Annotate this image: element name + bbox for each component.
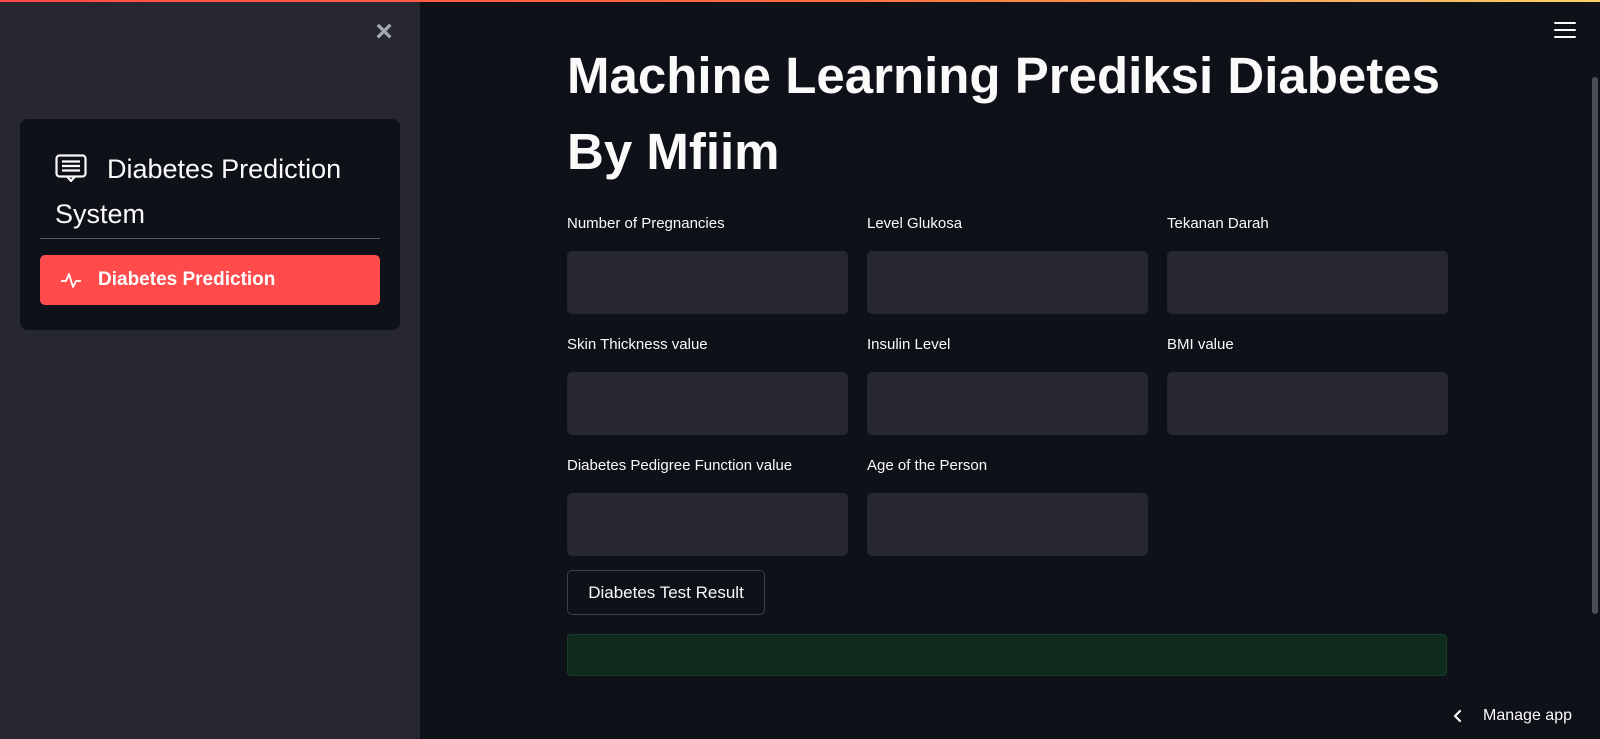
age-input[interactable] [867, 493, 1148, 556]
field-label: Number of Pregnancies [567, 215, 725, 232]
close-icon[interactable]: × [372, 17, 396, 47]
field-insulin: Insulin Level [867, 333, 1148, 435]
scrollbar[interactable] [1592, 77, 1598, 614]
top-decoration-bar [0, 0, 1600, 2]
pedigree-input[interactable] [567, 493, 848, 556]
field-label: Age of the Person [867, 457, 988, 474]
manage-app-label: Manage app [1483, 707, 1572, 724]
field-label: Level Glukosa [867, 215, 963, 232]
menu-title: Diabetes Prediction System [55, 147, 375, 237]
field-bmi: BMI value [1167, 333, 1448, 435]
field-age: Age of the Person [867, 454, 1148, 556]
field-glucose: Level Glukosa [867, 212, 1148, 314]
hamburger-menu-icon[interactable] [1554, 22, 1576, 40]
page-title: Machine Learning Prediksi Diabetes By Mf… [567, 47, 1440, 180]
menu-title-text: Diabetes Prediction System [55, 154, 342, 229]
chevron-left-icon [1453, 709, 1462, 723]
result-message [567, 634, 1447, 676]
blood-pressure-input[interactable] [1167, 251, 1448, 314]
sidebar: × Diabetes Prediction System Diabetes Pr… [0, 0, 420, 739]
menu-item-label: Diabetes Prediction [98, 269, 276, 290]
diabetes-test-result-button[interactable]: Diabetes Test Result [567, 570, 765, 615]
clipboard-list-icon [55, 154, 87, 182]
menu-divider [40, 238, 380, 239]
field-pedigree: Diabetes Pedigree Function value [567, 454, 848, 556]
activity-icon [61, 273, 81, 288]
bmi-input[interactable] [1167, 372, 1448, 435]
glucose-input[interactable] [867, 251, 1148, 314]
field-pregnancies: Number of Pregnancies [567, 212, 848, 314]
insulin-input[interactable] [867, 372, 1148, 435]
skin-thickness-input[interactable] [567, 372, 848, 435]
field-skin-thickness: Skin Thickness value [567, 333, 848, 435]
field-label: Insulin Level [867, 336, 951, 353]
field-blood-pressure: Tekanan Darah [1167, 212, 1448, 314]
field-label: Skin Thickness value [567, 336, 708, 353]
menu-item-diabetes-prediction[interactable]: Diabetes Prediction [40, 255, 380, 305]
pregnancies-input[interactable] [567, 251, 848, 314]
field-label: Diabetes Pedigree Function value [567, 457, 793, 474]
option-menu: Diabetes Prediction System Diabetes Pred… [20, 119, 400, 330]
main-content: Machine Learning Prediksi Diabetes By Mf… [420, 0, 1600, 739]
manage-app-button[interactable]: Manage app [1451, 704, 1572, 728]
field-label: BMI value [1167, 336, 1234, 353]
field-label: Tekanan Darah [1167, 215, 1269, 232]
